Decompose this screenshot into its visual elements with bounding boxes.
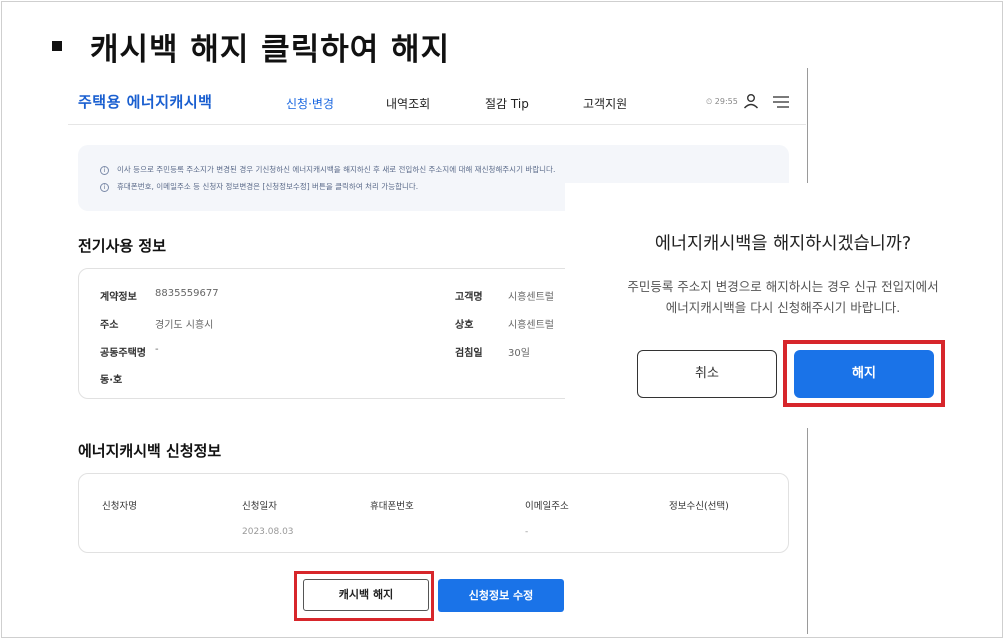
unit-label: 동·호 [100, 375, 123, 386]
contract-value: 8835559677 [155, 288, 219, 299]
col-phone: 휴대폰번호 [370, 501, 414, 512]
info-icon: i [100, 182, 109, 192]
bullet-icon [52, 41, 62, 51]
col-email: 이메일주소 [525, 501, 569, 512]
email-value: - [525, 527, 529, 537]
nav-saving-tips[interactable]: 절감 Tip [485, 95, 529, 112]
address-value: 경기도 시흥시 [155, 320, 214, 331]
nav-apply-change[interactable]: 신청·변경 [286, 95, 334, 112]
col-apply-date: 신청일자 [242, 501, 277, 512]
dialog-message: 주민등록 주소지 변경으로 해지하시는 경우 신규 전입지에서 [627, 279, 939, 294]
reading-day-label: 검침일 [455, 348, 483, 359]
application-section-title: 에너지캐시백 신청정보 [78, 442, 222, 460]
reading-day-value: 30일 [508, 348, 530, 359]
apply-date-value: 2023.08.03 [242, 527, 294, 537]
col-applicant-name: 신청자명 [102, 501, 137, 512]
dialog-title: 에너지캐시백을 해지하시겠습니까? [654, 234, 912, 254]
menu-icon[interactable] [773, 96, 789, 108]
header-divider [68, 124, 806, 125]
dialog-cancel-button[interactable]: 취소 [637, 350, 777, 398]
application-info-card: 신청자명 신청일자 휴대폰번호 이메일주소 정보수신(선택) 2023.08.0… [78, 473, 789, 553]
user-icon[interactable] [743, 93, 759, 109]
highlight-box [294, 571, 434, 621]
complex-label: 공동주택명 [100, 348, 146, 359]
site-logo[interactable]: 주택용 에너지캐시백 [78, 91, 212, 112]
address-label: 주소 [100, 320, 119, 331]
notice-line: i 휴대폰번호, 이메일주소 등 신청자 정보변경은 [신청정보수정] 버튼을 클… [100, 181, 418, 192]
company-value: 시흥센트럴 [508, 320, 554, 331]
complex-value: - [155, 344, 159, 355]
contract-label: 계약정보 [100, 292, 137, 303]
dialog-message: 에너지캐시백을 다시 신청해주시기 바랍니다. [665, 300, 901, 315]
nav-support[interactable]: 고객지원 [583, 95, 627, 112]
highlight-box [783, 340, 945, 407]
customer-label: 고객명 [455, 292, 483, 303]
edit-application-button[interactable]: 신청정보 수정 [438, 579, 564, 612]
slide-title: 캐시백 해지 클릭하여 해지 [90, 32, 451, 68]
electricity-section-title: 전기사용 정보 [78, 237, 167, 255]
nav-history[interactable]: 내역조회 [386, 95, 430, 112]
customer-value: 시흥센트럴 [508, 292, 554, 303]
notice-line: i 이사 등으로 주민등록 주소지가 변경된 경우 기신청하신 에너지캐시백을 해… [100, 164, 555, 175]
session-timer: ⏲ 29:55 [706, 97, 738, 106]
electricity-info-card: 계약정보 8835559677 주소 경기도 시흥시 공동주택명 - 동·호 고… [78, 268, 598, 399]
col-consent: 정보수신(선택) [669, 501, 729, 512]
company-label: 상호 [455, 320, 474, 331]
info-icon: i [100, 165, 109, 175]
